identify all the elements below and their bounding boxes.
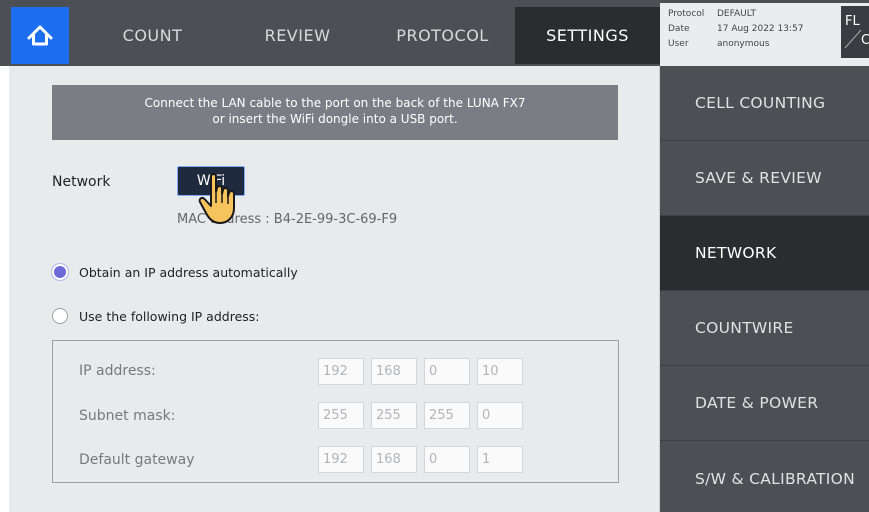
radio-obtain-automatically[interactable]: [52, 264, 68, 280]
connection-notice: Connect the LAN cable to the port on the…: [52, 85, 618, 140]
protocol-value: DEFAULT: [717, 9, 756, 19]
radio-use-following-label[interactable]: Use the following IP address:: [79, 309, 260, 324]
top-bar: COUNT REVIEW PROTOCOL SETTINGS Protocol D…: [0, 0, 869, 66]
sidebar-item-countwire[interactable]: COUNTWIRE: [660, 291, 869, 366]
ip-address-octet-3[interactable]: 0: [424, 358, 470, 385]
ip-address-octet-4[interactable]: 10: [477, 358, 523, 385]
default-gateway-octet-4[interactable]: 1: [477, 446, 523, 473]
home-button[interactable]: [11, 7, 69, 64]
notice-line-2: or insert the WiFi dongle into a USB por…: [212, 112, 458, 126]
mode-label-bottom: C: [861, 33, 869, 48]
mode-switch[interactable]: FL C: [841, 6, 869, 58]
default-gateway-octet-2[interactable]: 168: [371, 446, 417, 473]
default-gateway-octet-1[interactable]: 192: [318, 446, 364, 473]
status-info-panel: Protocol DEFAULT Date 17 Aug 2022 13:57 Us…: [660, 3, 869, 66]
protocol-key: Protocol: [668, 9, 705, 19]
sidebar-item-save-review[interactable]: SAVE & REVIEW: [660, 141, 869, 216]
subnet-mask-octet-1[interactable]: 255: [318, 402, 364, 429]
ip-address-octet-2[interactable]: 168: [371, 358, 417, 385]
tab-count[interactable]: COUNT: [80, 7, 225, 64]
default-gateway-label: Default gateway: [79, 452, 195, 468]
user-value: anonymous: [717, 39, 770, 49]
tab-protocol[interactable]: PROTOCOL: [370, 7, 515, 64]
tab-review[interactable]: REVIEW: [225, 7, 370, 64]
network-settings-panel: Connect the LAN cable to the port on the…: [0, 66, 660, 512]
sidebar-item-date-power[interactable]: DATE & POWER: [660, 366, 869, 441]
date-key: Date: [668, 24, 690, 34]
date-value: 17 Aug 2022 13:57: [717, 24, 804, 34]
sidebar-item-network[interactable]: NETWORK: [660, 216, 869, 291]
radio-use-following[interactable]: [52, 308, 68, 324]
subnet-mask-octet-4[interactable]: 0: [477, 402, 523, 429]
subnet-mask-octet-2[interactable]: 255: [371, 402, 417, 429]
default-gateway-octet-3[interactable]: 0: [424, 446, 470, 473]
sidebar-item-cell-counting[interactable]: CELL COUNTING: [660, 66, 869, 141]
radio-obtain-automatically-label[interactable]: Obtain an IP address automatically: [79, 265, 298, 280]
tab-settings[interactable]: SETTINGS: [515, 7, 660, 64]
notice-line-1: Connect the LAN cable to the port on the…: [144, 96, 526, 110]
ip-address-octet-1[interactable]: 192: [318, 358, 364, 385]
ip-settings-box: IP address: 192 168 0 10 Subnet mask: 25…: [52, 340, 619, 483]
ip-address-label: IP address:: [79, 363, 156, 379]
hand-pointer-icon: [198, 173, 235, 224]
subnet-mask-label: Subnet mask:: [79, 408, 176, 424]
subnet-mask-octet-3[interactable]: 255: [424, 402, 470, 429]
settings-sidebar: CELL COUNTING SAVE & REVIEW NETWORK COUN…: [660, 66, 869, 512]
sidebar-item-sw-calibration[interactable]: S/W & CALIBRATION: [660, 441, 869, 512]
home-icon: [25, 19, 55, 53]
user-key: User: [668, 39, 689, 49]
network-label: Network: [52, 174, 111, 190]
